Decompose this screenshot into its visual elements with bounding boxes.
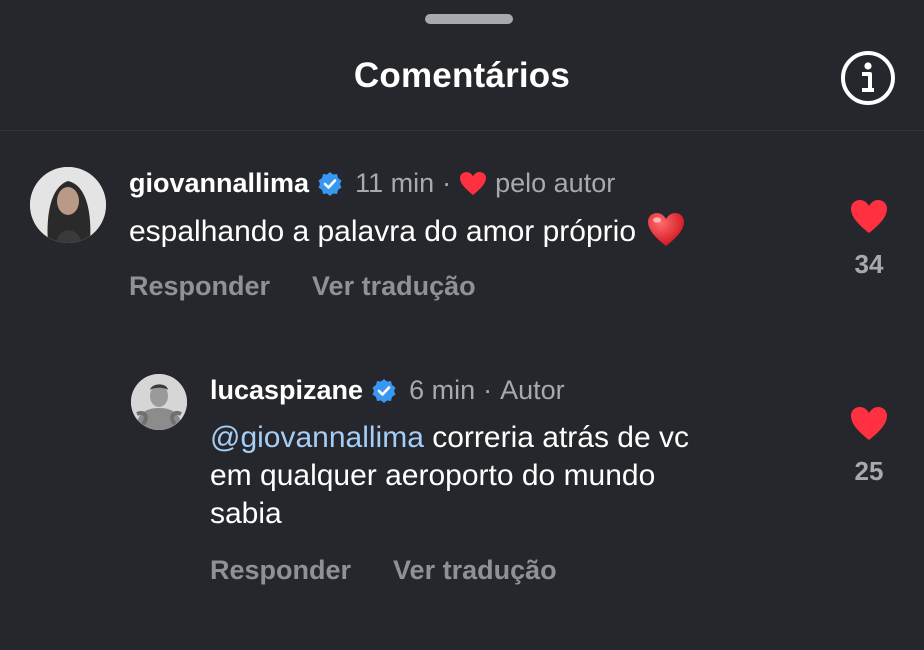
translate-button[interactable]: Ver tradução — [393, 555, 557, 586]
heart-icon — [459, 171, 487, 197]
avatar[interactable] — [30, 167, 106, 243]
comment-body-line: correria atrás de vc — [423, 421, 689, 454]
like-count: 25 — [854, 456, 884, 486]
verified-badge-icon — [371, 378, 397, 404]
comment-text: @giovannallima correria atrás de vc em q… — [210, 419, 689, 533]
comment-username[interactable]: lucaspizane — [210, 375, 363, 406]
avatar[interactable] — [131, 374, 187, 430]
meta-separator: · — [483, 375, 493, 405]
comment-time: 6 min — [409, 375, 476, 405]
comment-text: espalhando a palavra do amor próprio — [129, 211, 686, 251]
reply-button[interactable]: Responder — [210, 555, 351, 586]
translate-button[interactable]: Ver tradução — [312, 271, 476, 302]
header-divider — [0, 130, 924, 131]
mention-link[interactable]: @giovannallima — [210, 421, 424, 454]
comment-body: espalhando a palavra do amor próprio — [129, 215, 636, 248]
meta-separator: · — [442, 168, 452, 198]
drag-handle[interactable] — [425, 14, 513, 24]
sheet-title: Comentários — [353, 56, 571, 95]
info-icon[interactable] — [838, 48, 898, 108]
red-heart-emoji-icon — [646, 211, 686, 249]
comment-body-line: em qualquer aeroporto do mundo — [210, 459, 656, 492]
author-badge: Autor — [500, 375, 565, 405]
like-heart-icon[interactable] — [839, 405, 899, 442]
like-heart-icon[interactable] — [839, 198, 899, 235]
comment-body-line: sabia — [210, 497, 282, 530]
reply-button[interactable]: Responder — [129, 271, 270, 302]
comment-username[interactable]: giovannallima — [129, 168, 309, 199]
comment-time: 11 min — [355, 168, 435, 198]
liked-by-author-label: pelo autor — [495, 168, 616, 198]
like-count: 34 — [854, 249, 884, 279]
verified-badge-icon — [317, 171, 343, 197]
